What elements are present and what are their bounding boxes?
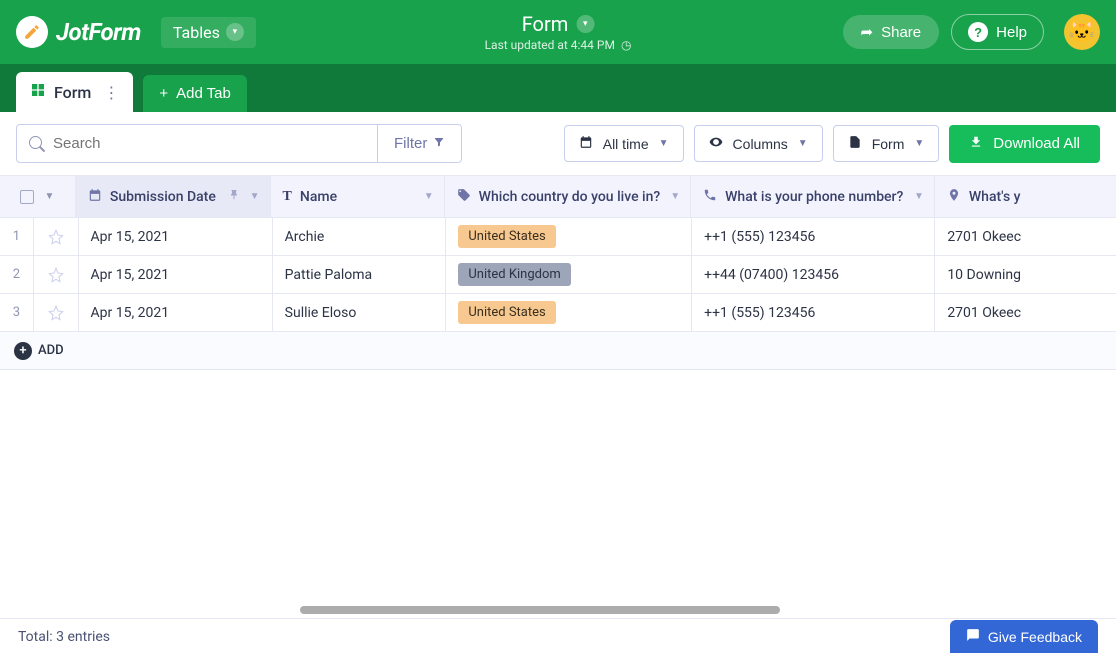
avatar[interactable]: 🐱 [1064, 14, 1100, 50]
brand-text: JotForm [56, 18, 141, 46]
help-button[interactable]: ? Help [951, 14, 1044, 50]
document-icon [848, 135, 862, 152]
download-all-button[interactable]: Download All [949, 125, 1100, 163]
cell-country[interactable]: United States [446, 218, 692, 255]
chevron-down-icon[interactable]: ▼ [44, 191, 54, 202]
search-input[interactable] [17, 125, 377, 162]
plus-icon: + [159, 85, 168, 102]
cell-address[interactable]: 2701 Okeec [935, 294, 1116, 331]
cell-date[interactable]: Apr 15, 2021 [79, 218, 273, 255]
nav-tables-dropdown[interactable]: Tables ▾ [161, 17, 256, 48]
chevron-down-icon[interactable]: ▼ [914, 191, 924, 202]
calendar-icon [88, 188, 102, 206]
calendar-icon [579, 135, 593, 152]
pin-icon[interactable] [228, 189, 240, 205]
nav-tables-label: Tables [173, 23, 220, 42]
star-button[interactable] [34, 294, 79, 331]
last-updated-text: Last updated at 4:44 PM [485, 38, 615, 52]
text-icon: T [283, 189, 292, 205]
cell-phone[interactable]: ++1 (555) 123456 [692, 218, 935, 255]
chevron-down-icon[interactable]: ▾ [576, 15, 594, 33]
table-row[interactable]: 3 Apr 15, 2021Sullie ElosoUnited States++… [0, 294, 1116, 332]
cell-date[interactable]: Apr 15, 2021 [79, 256, 273, 293]
row-number: 3 [0, 294, 34, 331]
cell-phone[interactable]: ++1 (555) 123456 [692, 294, 935, 331]
chevron-down-icon: ▼ [914, 138, 924, 149]
tabs-bar: Form ⋮ + Add Tab [0, 64, 1116, 112]
grid-icon [30, 82, 46, 102]
cell-name[interactable]: Pattie Paloma [273, 256, 447, 293]
form-dropdown[interactable]: Form ▼ [833, 125, 940, 162]
table-row[interactable]: 2 Apr 15, 2021Pattie PalomaUnited Kingdom… [0, 256, 1116, 294]
cell-date[interactable]: Apr 15, 2021 [79, 294, 273, 331]
more-vertical-icon[interactable]: ⋮ [103, 83, 119, 102]
download-icon [969, 135, 983, 153]
tag-icon [457, 188, 471, 206]
row-number: 1 [0, 218, 34, 255]
eye-icon [709, 135, 723, 152]
tab-label: Form [54, 83, 91, 102]
funnel-icon [433, 135, 445, 152]
location-icon [947, 188, 961, 206]
pencil-icon [16, 16, 48, 48]
filter-button[interactable]: Filter [377, 125, 461, 162]
chevron-down-icon: ▾ [226, 23, 244, 41]
star-button[interactable] [34, 218, 79, 255]
share-button[interactable]: ➦ Share [843, 15, 940, 49]
columns-dropdown[interactable]: Columns ▼ [694, 125, 823, 162]
add-row[interactable]: + ADD [0, 332, 1116, 370]
checkbox-icon[interactable] [20, 190, 34, 204]
table-row[interactable]: 1 Apr 15, 2021ArchieUnited States++1 (555… [0, 218, 1116, 256]
footer: Total: 3 entries Give Feedback [0, 618, 1116, 654]
give-feedback-button[interactable]: Give Feedback [950, 620, 1098, 653]
column-header-phone[interactable]: What is your phone number? ▼ [691, 176, 935, 217]
total-entries: Total: 3 entries [18, 629, 110, 645]
cell-country[interactable]: United States [446, 294, 692, 331]
add-tab-button[interactable]: + Add Tab [143, 75, 247, 112]
row-number: 2 [0, 256, 34, 293]
logo[interactable]: JotForm [16, 16, 141, 48]
phone-icon [703, 188, 717, 206]
chevron-down-icon: ▼ [798, 138, 808, 149]
chevron-down-icon: ▼ [659, 138, 669, 149]
tab-form[interactable]: Form ⋮ [16, 72, 133, 112]
share-icon: ➦ [861, 23, 874, 41]
top-header: JotForm Tables ▾ Form ▾ Last updated at … [0, 0, 1116, 64]
chevron-down-icon[interactable]: ▼ [670, 191, 680, 202]
form-title: Form [522, 12, 569, 36]
select-all-header[interactable]: ▼ [0, 176, 76, 217]
chevron-down-icon[interactable]: ▼ [424, 191, 434, 202]
data-grid: ▼ Submission Date ▼ T Name ▼ Which count… [0, 176, 1116, 370]
column-header-name[interactable]: T Name ▼ [271, 176, 445, 217]
cell-address[interactable]: 2701 Okeec [935, 218, 1116, 255]
horizontal-scrollbar[interactable] [300, 606, 780, 614]
chat-icon [966, 628, 980, 645]
cell-name[interactable]: Archie [273, 218, 447, 255]
star-button[interactable] [34, 256, 79, 293]
column-header-address[interactable]: What's y [935, 176, 1116, 217]
cell-country[interactable]: United Kingdom [446, 256, 692, 293]
alltime-dropdown[interactable]: All time ▼ [564, 125, 684, 162]
chevron-down-icon[interactable]: ▼ [250, 191, 260, 202]
history-icon[interactable]: ◷ [621, 38, 631, 52]
cell-name[interactable]: Sullie Eloso [273, 294, 447, 331]
toolbar: Filter All time ▼ Columns ▼ Form ▼ Downl… [0, 112, 1116, 176]
question-icon: ? [968, 22, 988, 42]
cell-phone[interactable]: ++44 (07400) 123456 [692, 256, 935, 293]
column-header-country[interactable]: Which country do you live in? ▼ [445, 176, 691, 217]
page-title-area: Form ▾ Last updated at 4:44 PM ◷ [485, 12, 632, 52]
column-header-date[interactable]: Submission Date ▼ [76, 176, 271, 217]
cell-address[interactable]: 10 Downing [935, 256, 1116, 293]
plus-circle-icon: + [14, 342, 32, 360]
